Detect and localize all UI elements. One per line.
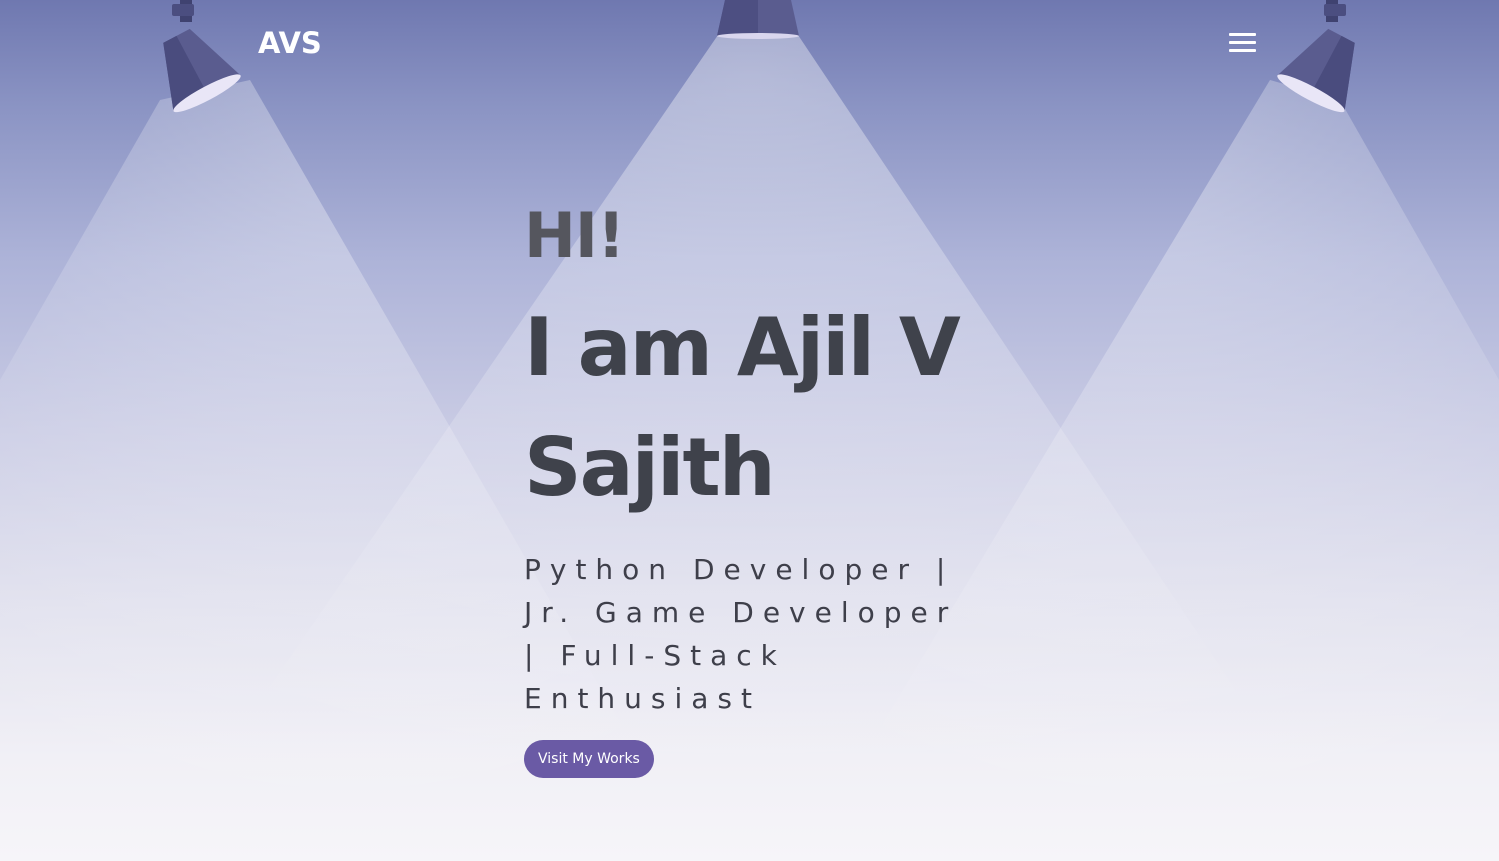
hamburger-menu-icon[interactable]: [1228, 32, 1258, 54]
spotlight-left-icon: [163, 0, 241, 113]
visit-my-works-button[interactable]: Visit My Works: [524, 740, 654, 778]
hero-name: I am Ajil V Sajith: [524, 301, 961, 514]
hero-greeting: HI!: [524, 199, 625, 272]
site-logo[interactable]: AVS: [258, 26, 322, 60]
hero-roles: Python Developer | Jr. Game Developer | …: [524, 553, 958, 715]
spotlight-center-icon: [717, 0, 799, 39]
spotlight-right-icon: [1277, 0, 1355, 113]
hero-section: HI! I am Ajil V Sajith Python Developer …: [524, 200, 994, 720]
